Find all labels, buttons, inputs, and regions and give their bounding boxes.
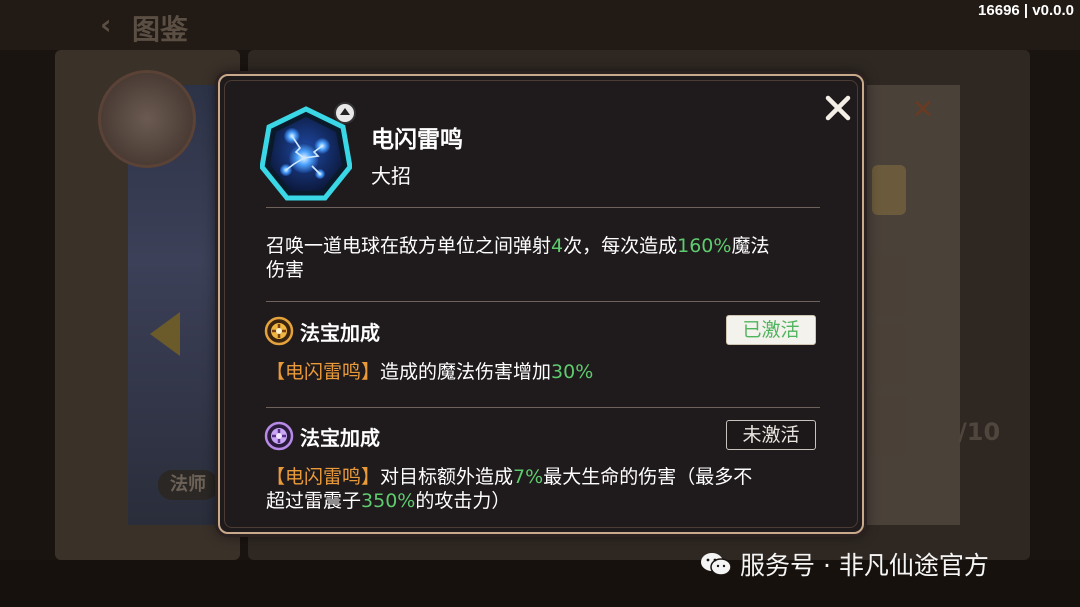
watermark: 服务号 · 非凡仙途官方 (700, 546, 989, 582)
bonus-title: 法宝加成 (300, 426, 380, 450)
close-icon[interactable] (824, 94, 852, 122)
skill-description: 召唤一道电球在敌方单位之间弹射4次，每次造成160%魔法 伤害 (266, 235, 770, 281)
back-arrow-icon[interactable]: ‹ (100, 8, 112, 41)
class-label: 法师 (158, 470, 218, 500)
wechat-icon (701, 553, 732, 576)
page-counter: /10 (958, 418, 1001, 446)
skill-type: 大招 (371, 164, 411, 188)
status-badge-inactive: 未激活 (726, 420, 816, 450)
divider (266, 407, 820, 408)
divider (266, 301, 820, 302)
bonus-description: 【电闪雷鸣】造成的魔法伤害增加30% (266, 361, 594, 383)
treasure-gold-icon (264, 316, 294, 346)
bonus-description: 【电闪雷鸣】对目标额外造成7%最大生命的伤害（最多不 超过雷震子350%的攻击力） (266, 466, 753, 512)
divider (266, 207, 820, 208)
skill-name: 电闪雷鸣 (371, 127, 463, 153)
page-title: 图鉴 (132, 13, 189, 46)
card-close-icon[interactable]: ✕ (912, 95, 934, 125)
bonus-title: 法宝加成 (300, 321, 380, 345)
skill-detail-dialog: 电闪雷鸣 大招 召唤一道电球在敌方单位之间弹射4次，每次造成160%魔法 伤害 法… (218, 74, 864, 534)
collapse-toggle-icon[interactable] (334, 102, 356, 124)
watermark-text: 服务号 · 非凡仙途官方 (740, 551, 989, 580)
version-label: 16696 | v0.0.0 (978, 2, 1074, 19)
treasure-purple-icon (264, 421, 294, 451)
character-medallion[interactable] (98, 70, 196, 168)
status-badge-active: 已激活 (726, 315, 816, 345)
prev-arrow-icon[interactable] (150, 312, 180, 356)
stat-box (872, 165, 906, 215)
